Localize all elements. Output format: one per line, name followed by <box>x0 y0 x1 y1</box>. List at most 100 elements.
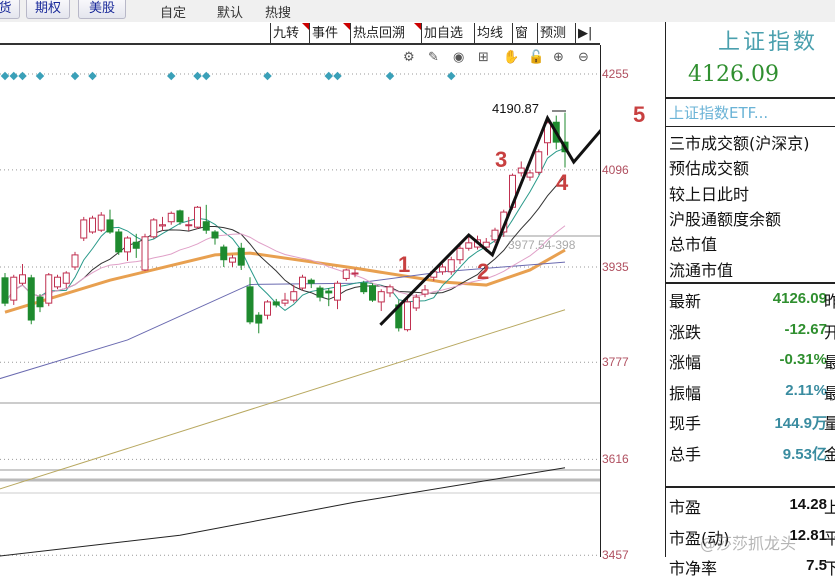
candle-body <box>202 221 210 231</box>
candle-body <box>290 291 298 301</box>
candle-body <box>517 167 525 174</box>
stat-row: 最新 4126.09 昨 <box>669 288 835 312</box>
info-row: 流通市值 <box>669 260 734 280</box>
divider <box>666 486 835 488</box>
y-tick-label: 3777 <box>602 355 629 370</box>
stat-row: 总手 9.53亿金 <box>669 441 835 465</box>
stat-suffix: 开 <box>824 322 835 342</box>
stat-suffix: 量 <box>824 414 835 433</box>
wave-label-4: 4 <box>556 170 569 195</box>
candle-body <box>10 276 18 301</box>
divider <box>666 126 835 127</box>
stat-row: 涨跌 -12.67 开 <box>669 319 835 343</box>
stat-row: 振幅 2.11% 最 <box>669 380 835 404</box>
wave-label-2: 2 <box>477 259 490 284</box>
stat-label: 市盈 <box>669 498 702 517</box>
stat-label: 涨跌 <box>669 322 702 342</box>
info-row: 沪股通额度余额 <box>669 209 782 229</box>
stat-label: 市净率 <box>669 559 718 578</box>
signal-marker <box>324 71 333 81</box>
candle-body <box>351 272 359 275</box>
signal-marker <box>35 71 45 81</box>
candle-body <box>325 290 333 294</box>
candle-body <box>386 286 394 294</box>
stat-label: 现手 <box>669 414 702 433</box>
stat-value: -0.31% <box>779 351 827 368</box>
candle-body <box>71 254 79 268</box>
stat-suffix: 平 <box>824 528 835 548</box>
stat-suffix: 上 <box>824 498 835 517</box>
signal-marker <box>167 71 176 81</box>
candle-body <box>272 301 280 306</box>
y-tick-label: 3935 <box>602 259 629 274</box>
candle-body <box>447 259 455 273</box>
signal-marker <box>70 71 80 81</box>
candle-body <box>255 314 263 324</box>
info-row: 总市值 <box>669 235 718 255</box>
candle-body <box>412 296 420 309</box>
candle-body <box>246 286 254 323</box>
candle-body <box>141 236 149 271</box>
etf-link[interactable]: 上证指数ETF... <box>669 102 768 123</box>
candle-body <box>404 301 411 331</box>
candle-body <box>264 301 271 316</box>
candle-body <box>62 272 70 284</box>
watermark: @莎莎抓龙头 <box>700 534 797 553</box>
candle-body <box>439 266 446 273</box>
candle-body <box>194 206 201 228</box>
candle-body <box>167 212 175 223</box>
candle-body <box>176 210 184 223</box>
candle-body <box>97 214 105 231</box>
y-tick-label: 4096 <box>602 162 629 177</box>
stat-suffix: 最 <box>824 353 835 372</box>
peak-label: 4190.87 <box>492 101 539 116</box>
stat-row: 涨幅 -0.31% 最 <box>669 349 835 373</box>
signal-marker <box>202 71 211 81</box>
signal-marker <box>447 71 456 81</box>
stat-suffix: 昨 <box>824 292 835 311</box>
wave-annotation-line <box>379 114 600 326</box>
candle-body <box>211 231 219 239</box>
candle-body <box>159 224 166 227</box>
candle-body <box>45 274 53 304</box>
candle-body <box>281 299 289 304</box>
candle-body <box>421 289 429 295</box>
candle-body <box>360 282 368 293</box>
signal-marker <box>18 71 27 81</box>
candle-body <box>535 151 543 173</box>
candle-body <box>307 279 315 284</box>
candle-body <box>27 277 35 321</box>
candle-body <box>342 269 350 279</box>
signal-marker <box>193 71 202 81</box>
info-row: 预估成交额 <box>669 159 750 179</box>
candle-body <box>377 291 385 303</box>
signal-marker <box>9 71 18 81</box>
candle-body <box>106 219 114 233</box>
candle-body <box>124 237 131 253</box>
candle-body <box>36 296 44 308</box>
quote-panel: 上证指数 4126.09 上证指数ETF... 三市成交额(沪深京) 预估成交额较… <box>665 22 835 578</box>
signal-marker <box>88 71 97 81</box>
signal-marker <box>333 71 342 81</box>
candle-body <box>185 224 193 227</box>
candle-body <box>526 172 534 178</box>
candle-body <box>229 257 236 263</box>
stat-suffix: 最 <box>824 383 835 403</box>
info-row: 三市成交额(沪深京) <box>669 134 810 153</box>
candle-body <box>237 247 245 266</box>
info-row: 较上日此时 <box>669 184 750 204</box>
range-label: 3977.54-398 <box>508 238 576 252</box>
stat-value: 4126.09 <box>772 290 827 307</box>
stat-label: 总手 <box>669 444 702 464</box>
candle-body <box>80 219 88 239</box>
y-tick-label: 3457 <box>602 548 629 563</box>
divider <box>666 282 835 284</box>
candle-body <box>115 231 123 253</box>
stat-value: 144.9万 <box>774 415 827 432</box>
ma-line-olive <box>0 309 566 490</box>
candle-body <box>150 219 158 238</box>
candle-body <box>89 217 96 233</box>
candlestick-chart[interactable] <box>0 0 600 557</box>
candle-body <box>19 274 26 284</box>
wave-label-1: 1 <box>398 252 411 277</box>
